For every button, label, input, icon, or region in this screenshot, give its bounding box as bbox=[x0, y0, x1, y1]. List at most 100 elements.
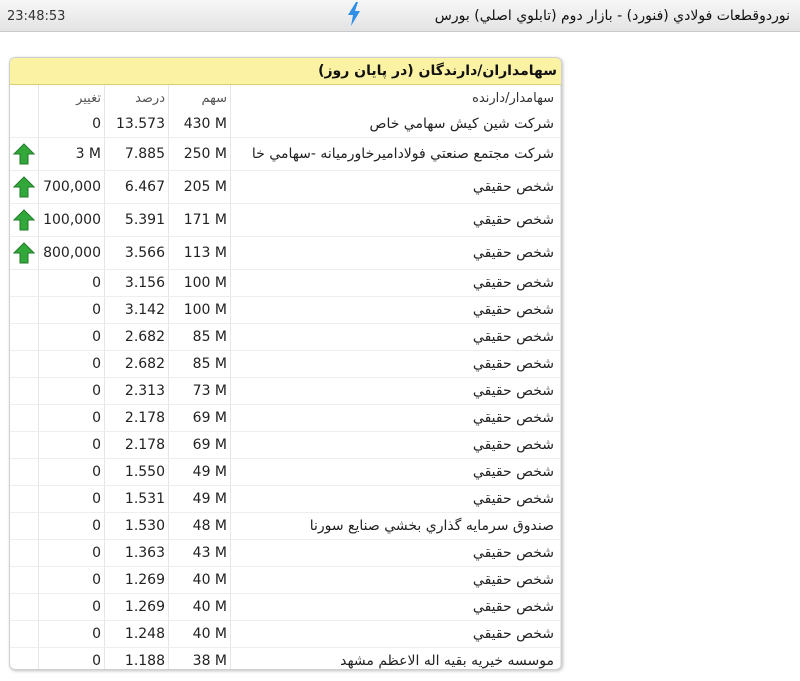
holder-name-cell: شخص حقیقي bbox=[230, 539, 561, 567]
shares-cell: 69 M bbox=[168, 431, 231, 459]
table-row[interactable]: 0 1.530 48 M صندوق سرمایه گذاري بخشي صنایع … bbox=[10, 512, 561, 540]
holder-name-cell: شخص حقیقي bbox=[230, 458, 561, 486]
lightning-bolt-icon[interactable] bbox=[346, 2, 362, 26]
trend-cell bbox=[10, 431, 39, 459]
percent-cell: 1.248 bbox=[104, 620, 169, 648]
table-row[interactable]: 0 13.573 430 M شرکت شین کیش سهامي خاص bbox=[10, 111, 561, 138]
change-cell: 0 bbox=[38, 458, 105, 486]
change-cell: 800,000 bbox=[38, 236, 105, 270]
change-cell: 0 bbox=[38, 566, 105, 594]
trend-cell bbox=[10, 269, 39, 297]
change-cell: 3 M bbox=[38, 137, 105, 171]
shareholders-table: تغییر درصد سهم سهامدار/دارنده 0 13.573 430… bbox=[10, 85, 561, 669]
shares-cell: 40 M bbox=[168, 593, 231, 621]
table-header-row: تغییر درصد سهم سهامدار/دارنده bbox=[10, 85, 561, 111]
table-row[interactable]: 0 2.313 73 M شخص حقیقي bbox=[10, 377, 561, 405]
shares-cell: 100 M bbox=[168, 269, 231, 297]
shareholders-panel: سهامداران/دارندگان (در پایان روز) تغییر … bbox=[9, 57, 562, 670]
shares-cell: 38 M bbox=[168, 647, 231, 669]
table-row[interactable]: 0 1.550 49 M شخص حقیقي bbox=[10, 458, 561, 486]
trend-cell bbox=[10, 539, 39, 567]
table-row[interactable]: 0 1.269 40 M شخص حقیقي bbox=[10, 566, 561, 594]
table-row[interactable]: 0 1.188 38 M موسسه خیریه بقیه اله الاعظم مش… bbox=[10, 647, 561, 669]
shares-cell: 205 M bbox=[168, 170, 231, 204]
change-cell: 0 bbox=[38, 296, 105, 324]
holder-name-cell: شخص حقیقي bbox=[230, 485, 561, 513]
table-row[interactable]: 0 1.363 43 M شخص حقیقي bbox=[10, 539, 561, 567]
shares-cell: 100 M bbox=[168, 296, 231, 324]
percent-cell: 1.531 bbox=[104, 485, 169, 513]
table-row[interactable]: 0 2.682 85 M شخص حقیقي bbox=[10, 323, 561, 351]
change-cell: 100,000 bbox=[38, 203, 105, 237]
percent-cell: 1.550 bbox=[104, 458, 169, 486]
change-cell: 0 bbox=[38, 269, 105, 297]
shares-cell: 49 M bbox=[168, 458, 231, 486]
trend-cell bbox=[10, 620, 39, 648]
shares-cell: 40 M bbox=[168, 620, 231, 648]
shares-cell: 48 M bbox=[168, 512, 231, 540]
change-cell: 0 bbox=[38, 404, 105, 432]
shares-cell: 85 M bbox=[168, 323, 231, 351]
holder-name-cell: شخص حقیقي bbox=[230, 404, 561, 432]
percent-cell: 7.885 bbox=[104, 137, 169, 171]
panel-title: سهامداران/دارندگان (در پایان روز) bbox=[10, 58, 561, 85]
holder-name-cell: شخص حقیقي bbox=[230, 296, 561, 324]
trend-cell bbox=[10, 593, 39, 621]
title-bar: 23:48:53 نوردوقطعات فولادي (فنورد) - باز… bbox=[0, 0, 800, 32]
change-cell: 0 bbox=[38, 512, 105, 540]
change-cell: 0 bbox=[38, 111, 105, 138]
change-cell: 0 bbox=[38, 323, 105, 351]
holder-name-cell: شخص حقیقي bbox=[230, 377, 561, 405]
shares-cell: 250 M bbox=[168, 137, 231, 171]
percent-cell: 1.188 bbox=[104, 647, 169, 669]
clock-time: 23:48:53 bbox=[7, 9, 66, 24]
column-header-shares[interactable]: سهم bbox=[168, 85, 231, 111]
shares-cell: 49 M bbox=[168, 485, 231, 513]
green-up-arrow-icon bbox=[13, 242, 35, 264]
percent-cell: 1.530 bbox=[104, 512, 169, 540]
table-row[interactable]: 0 3.156 100 M شخص حقیقي bbox=[10, 269, 561, 297]
table-row[interactable]: 0 2.178 69 M شخص حقیقي bbox=[10, 404, 561, 432]
percent-cell: 13.573 bbox=[104, 111, 169, 138]
change-cell: 0 bbox=[38, 431, 105, 459]
column-header-holder[interactable]: سهامدار/دارنده bbox=[230, 85, 561, 111]
holder-name-cell: شرکت مجتمع صنعتي فولادامیرخاورمیانه -سها… bbox=[230, 137, 561, 171]
trend-cell bbox=[10, 296, 39, 324]
table-row[interactable]: 100,000 5.391 171 M شخص حقیقي bbox=[10, 203, 561, 237]
column-header-change[interactable]: تغییر bbox=[38, 85, 105, 111]
table-row[interactable]: 800,000 3.566 113 M شخص حقیقي bbox=[10, 236, 561, 270]
trend-cell bbox=[10, 512, 39, 540]
table-row[interactable]: 0 1.248 40 M شخص حقیقي bbox=[10, 620, 561, 648]
trend-cell bbox=[10, 170, 39, 204]
page-title: نوردوقطعات فولادي (فنورد) - بازار دوم (ت… bbox=[434, 8, 790, 24]
percent-cell: 1.269 bbox=[104, 566, 169, 594]
table-row[interactable]: 3 M 7.885 250 M شرکت مجتمع صنعتي فولادامیرخ… bbox=[10, 137, 561, 171]
shares-cell: 40 M bbox=[168, 566, 231, 594]
shares-cell: 43 M bbox=[168, 539, 231, 567]
holder-name-cell: شخص حقیقي bbox=[230, 566, 561, 594]
shares-cell: 73 M bbox=[168, 377, 231, 405]
change-cell: 0 bbox=[38, 485, 105, 513]
holder-name-cell: شخص حقیقي bbox=[230, 203, 561, 237]
percent-cell: 3.566 bbox=[104, 236, 169, 270]
column-header-percent[interactable]: درصد bbox=[104, 85, 169, 111]
trend-cell bbox=[10, 350, 39, 378]
trend-cell bbox=[10, 404, 39, 432]
table-row[interactable]: 0 1.269 40 M شخص حقیقي bbox=[10, 593, 561, 621]
holder-name-cell: شرکت شین کیش سهامي خاص bbox=[230, 111, 561, 138]
trend-cell bbox=[10, 647, 39, 669]
shares-cell: 171 M bbox=[168, 203, 231, 237]
table-row[interactable]: 0 2.178 69 M شخص حقیقي bbox=[10, 431, 561, 459]
change-cell: 0 bbox=[38, 647, 105, 669]
table-row[interactable]: 0 1.531 49 M شخص حقیقي bbox=[10, 485, 561, 513]
table-row[interactable]: 0 3.142 100 M شخص حقیقي bbox=[10, 296, 561, 324]
change-cell: 0 bbox=[38, 593, 105, 621]
percent-cell: 1.269 bbox=[104, 593, 169, 621]
trend-cell bbox=[10, 566, 39, 594]
table-row[interactable]: 0 2.682 85 M شخص حقیقي bbox=[10, 350, 561, 378]
holder-name-cell: شخص حقیقي bbox=[230, 269, 561, 297]
table-row[interactable]: 700,000 6.467 205 M شخص حقیقي bbox=[10, 170, 561, 204]
percent-cell: 1.363 bbox=[104, 539, 169, 567]
shares-cell: 85 M bbox=[168, 350, 231, 378]
shares-cell: 113 M bbox=[168, 236, 231, 270]
